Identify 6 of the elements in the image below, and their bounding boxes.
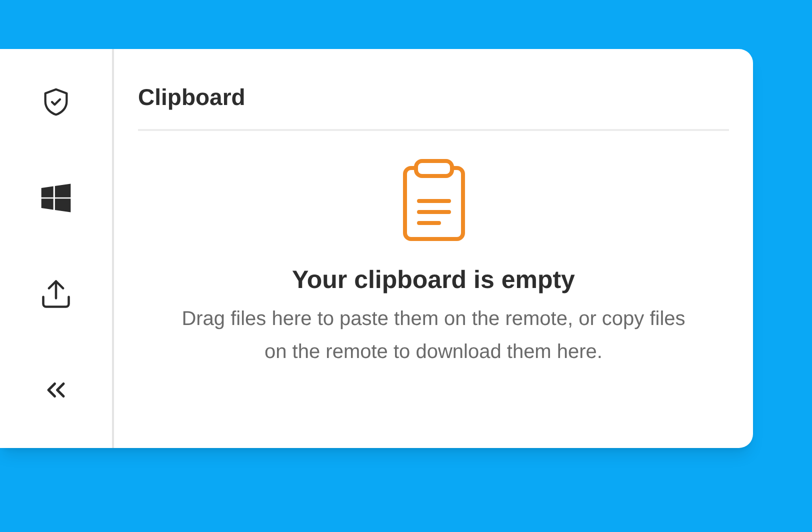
empty-message: Drag files here to paste them on the remote, or copy files on the remote to download them here. [180, 307, 686, 365]
windows-icon[interactable] [40, 182, 72, 214]
upload-icon[interactable] [39, 277, 73, 311]
panel-title: Clipboard [138, 83, 246, 112]
empty-heading: Your clipboard is empty [292, 265, 575, 296]
clipboard-icon [402, 159, 464, 241]
